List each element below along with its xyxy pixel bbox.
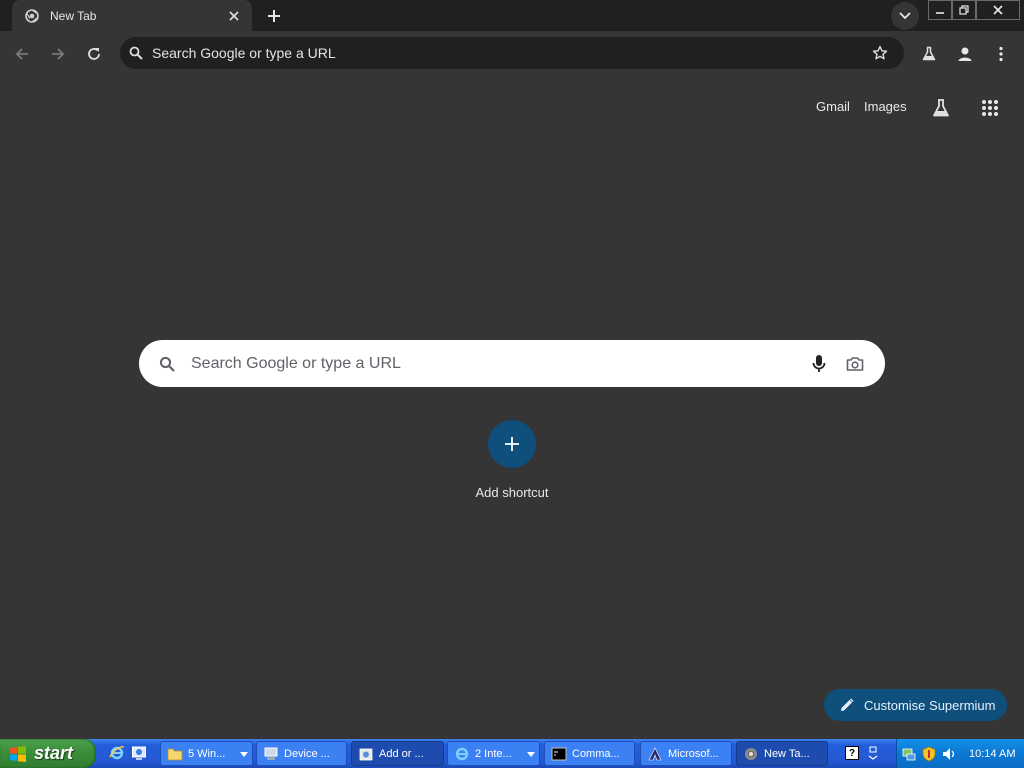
close-window-button[interactable] (976, 0, 1020, 20)
start-button[interactable]: start (0, 739, 96, 768)
back-button[interactable] (6, 38, 38, 70)
tab-title: New Tab (50, 8, 97, 23)
taskbar-button-label: 2 Inte... (475, 747, 512, 760)
folder-icon (167, 746, 183, 762)
visual-studio-icon (647, 746, 663, 762)
microphone-icon[interactable] (807, 352, 831, 376)
kebab-menu-button[interactable] (985, 38, 1017, 70)
taskbar-button-windows-explorer[interactable]: 5 Win... (160, 741, 253, 766)
volume-icon[interactable] (941, 746, 957, 762)
gmail-link[interactable]: Gmail (816, 99, 850, 114)
security-shield-icon[interactable] (921, 746, 937, 762)
ie-icon (454, 746, 470, 762)
google-apps-grid-icon[interactable] (978, 96, 1002, 120)
new-tab-page: Gmail Images Search Google or type a URL (0, 77, 1024, 739)
chrome-icon (743, 746, 759, 762)
pencil-icon (840, 698, 854, 712)
system-tray: 10:14 AM (896, 739, 1024, 768)
chevron-down-icon (527, 750, 535, 758)
tray-expand-icon[interactable] (866, 744, 880, 762)
close-tab-icon[interactable] (226, 8, 242, 24)
tab-strip: New Tab (0, 0, 1024, 31)
taskbar-button-label: Add or ... (379, 747, 424, 760)
taskbar-button-microsoft[interactable]: Microsof... (640, 741, 732, 766)
taskbar-button-label: 5 Win... (188, 747, 226, 760)
taskbar-button-label: New Ta... (764, 747, 810, 760)
add-shortcut-tile[interactable]: Add shortcut (462, 420, 562, 510)
taskbar-button-device-manager[interactable]: Device ... (256, 741, 347, 766)
search-icon (128, 45, 144, 61)
customise-button[interactable]: Customise Supermium (824, 689, 1007, 721)
add-shortcut-label: Add shortcut (475, 485, 549, 500)
quicklaunch-show-desktop-icon[interactable] (130, 744, 148, 762)
search-box[interactable]: Search Google or type a URL (139, 340, 885, 387)
tab-new-tab[interactable]: New Tab (12, 0, 252, 31)
clock: 10:14 AM (969, 747, 1016, 760)
taskbar-button-command-prompt[interactable]: Comma... (544, 741, 635, 766)
tab-search-button[interactable] (891, 2, 919, 30)
taskbar-button-label: Comma... (572, 747, 620, 760)
labs-flask-icon[interactable] (929, 96, 953, 120)
help-icon[interactable]: ? (845, 746, 859, 760)
windows-logo-icon (8, 744, 28, 764)
address-bar-placeholder: Search Google or type a URL (152, 45, 336, 61)
browser-window: New Tab Search Google or type a URL Gmai… (0, 0, 1024, 768)
network-icon[interactable] (901, 746, 917, 762)
start-label: start (34, 743, 74, 763)
chevron-down-icon (240, 750, 248, 758)
search-icon (157, 354, 177, 374)
add-remove-programs-icon (358, 746, 374, 762)
quicklaunch-ie-icon[interactable] (108, 744, 126, 762)
browser-toolbar: Search Google or type a URL (0, 31, 1024, 77)
labs-flask-button[interactable] (913, 38, 945, 70)
forward-button[interactable] (42, 38, 74, 70)
taskbar: start 5 Win... Device ... Add or ... 2 I… (0, 739, 1024, 768)
taskbar-button-add-remove-programs[interactable]: Add or ... (351, 741, 444, 766)
device-manager-icon (263, 746, 279, 762)
cmd-icon (551, 746, 567, 762)
profile-button[interactable] (949, 38, 981, 70)
taskbar-button-internet-explorer[interactable]: 2 Inte... (447, 741, 540, 766)
camera-search-icon[interactable] (843, 352, 867, 376)
reload-button[interactable] (78, 38, 110, 70)
bookmark-star-icon[interactable] (866, 39, 894, 67)
taskbar-button-label: Microsof... (668, 747, 719, 760)
minimize-button[interactable] (928, 0, 952, 20)
taskbar-button-new-tab[interactable]: New Ta... (736, 741, 828, 766)
plus-icon (505, 437, 519, 451)
address-bar[interactable]: Search Google or type a URL (120, 37, 904, 69)
images-link[interactable]: Images (864, 99, 907, 114)
add-shortcut-button[interactable] (488, 420, 536, 468)
taskbar-button-label: Device ... (284, 747, 330, 760)
search-box-placeholder: Search Google or type a URL (191, 354, 401, 372)
chrome-icon (24, 8, 40, 24)
customise-label: Customise Supermium (864, 697, 996, 713)
new-tab-button[interactable] (261, 3, 287, 29)
restore-button[interactable] (952, 0, 976, 20)
